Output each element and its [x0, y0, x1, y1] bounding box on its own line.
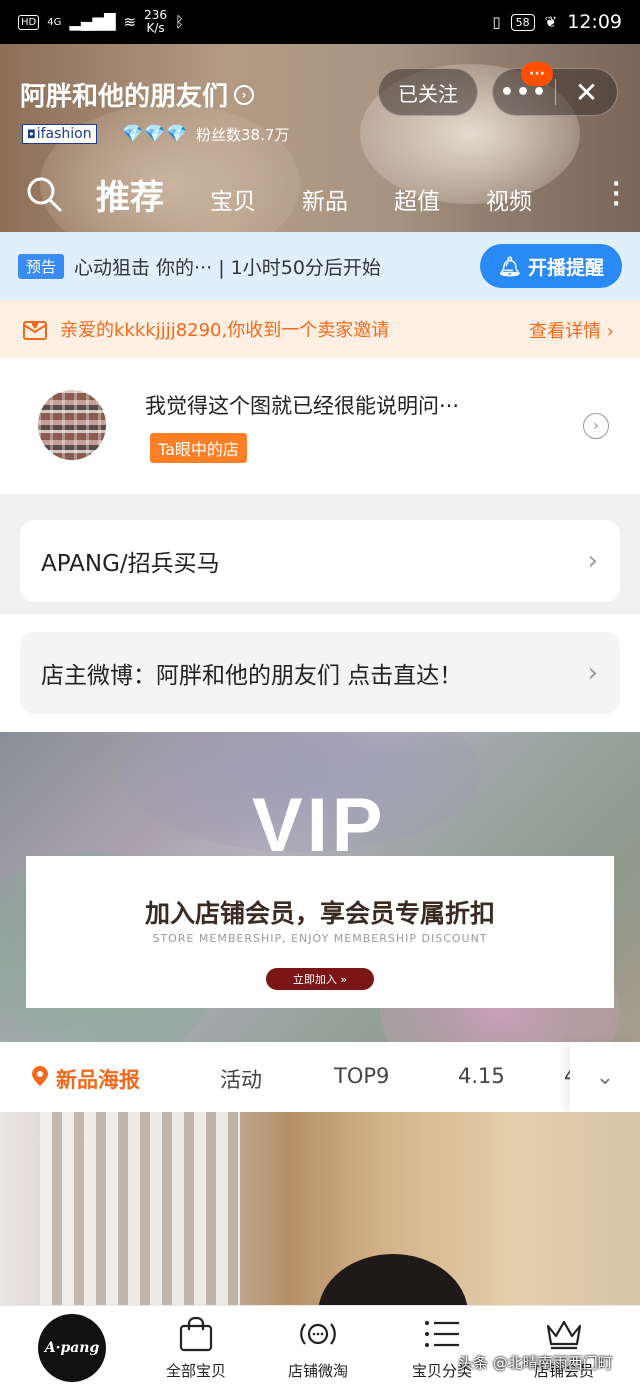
preview-text: 心动狙击 你的··· | 1小时50分后开始	[74, 256, 381, 279]
recommend-card[interactable]: 我觉得这个图就已经很能说明问··· Ta眼中的店 ›	[0, 358, 640, 494]
shop-logo[interactable]: A·pang	[38, 1314, 106, 1382]
live-preview-bar[interactable]: 预告 心动狙击 你的··· | 1小时50分后开始 🔔︎ 开播提醒	[0, 232, 640, 300]
battery-level: 58	[510, 13, 535, 31]
vip-panel: 加入店铺会员，享会员专属折扣 STORE MEMBERSHIP, ENJOY M…	[26, 856, 614, 1008]
vip-headline: 加入店铺会员，享会员专属折扣	[144, 899, 495, 928]
shop-header: 阿胖和他的朋友们 › 已关注 ••• ✕ ··· ◘ ifashion 💎💎💎 …	[0, 44, 640, 232]
shop-page: HD 4G ▂▄▆█ ≋ 236 K/s ᛒ ▯ 58 ❦ 12:09 阿胖和他的…	[0, 0, 640, 1387]
location-pin-icon	[32, 1066, 48, 1086]
live-remind-button[interactable]: 🔔︎ 开播提醒	[480, 244, 622, 288]
recruit-card[interactable]: APANG/招兵买马 ›	[20, 520, 620, 602]
category-tab-new-poster[interactable]: 新品海报	[56, 1064, 140, 1094]
shop-nav: 推荐 宝贝 新品 超值 视频	[96, 170, 578, 219]
wifi-icon: ≋	[123, 13, 137, 31]
message-badge: ···	[521, 62, 553, 86]
vip-banner[interactable]: VIP 加入店铺会员，享会员专属折扣 STORE MEMBERSHIP, ENJ…	[0, 732, 640, 1042]
category-tabs: 新品海报 活动 TOP9 4.15 4 ⌄	[0, 1042, 640, 1112]
hd-indicator: HD	[18, 14, 40, 30]
bottom-tab-bar: A·pang 全部宝贝 店铺微淘 宝贝分类 店铺会员	[0, 1305, 640, 1387]
clock: 12:09	[567, 11, 622, 33]
product-poster-image[interactable]	[0, 1112, 640, 1305]
fans-count: 粉丝数38.7万	[196, 126, 290, 144]
preview-tag: 预告	[18, 253, 65, 279]
category-tab-top9[interactable]: TOP9	[334, 1064, 389, 1088]
vibrate-icon: ▯	[492, 13, 501, 31]
category-tab-activity[interactable]: 活动	[220, 1064, 262, 1094]
nav-more-icon[interactable]: · · ·	[612, 174, 620, 216]
shop-name-link[interactable]: 阿胖和他的朋友们 ›	[20, 76, 255, 113]
capsule-menu: ••• ✕	[492, 68, 618, 116]
weibo-card[interactable]: 店主微博：阿胖和他的朋友们 点击直达！ ›	[20, 632, 620, 714]
shop-name: 阿胖和他的朋友们	[20, 82, 229, 112]
recommend-title: 我觉得这个图就已经很能说明问···	[145, 394, 460, 418]
tab-shop-feed[interactable]: 店铺微淘	[268, 1314, 368, 1381]
tab-items[interactable]: 宝贝	[210, 182, 256, 216]
category-tab-date[interactable]: 4.15	[458, 1064, 505, 1088]
vip-join-button[interactable]: 立即加入 »	[266, 968, 374, 990]
vip-subline: STORE MEMBERSHIP, ENJOY MEMBERSHIP DISCO…	[152, 932, 488, 945]
envelope-heart-icon	[23, 321, 47, 340]
chevron-right-icon: ›	[234, 84, 255, 105]
bluetooth-icon: ᛒ	[175, 13, 185, 31]
crown-icon	[546, 1320, 582, 1350]
invite-message: 亲爱的kkkkjjjj8290,你收到一个卖家邀请	[60, 320, 390, 341]
invite-detail-link[interactable]: 查看详情 ›	[529, 317, 614, 343]
search-icon[interactable]	[26, 176, 62, 212]
chevron-right-icon: ›	[587, 658, 598, 688]
tab-deals[interactable]: 超值	[394, 182, 440, 216]
seller-invite-bar[interactable]: 亲爱的kkkkjjjj8290,你收到一个卖家邀请 查看详情 ›	[0, 300, 640, 358]
tab-label: 店铺微淘	[287, 1362, 348, 1380]
weibo-card-label: 店主微博：阿胖和他的朋友们 点击直达！	[41, 663, 463, 689]
leaf-icon: ❦	[544, 13, 558, 31]
bell-icon: 🔔︎	[497, 255, 523, 278]
section-weibo: 店主微博：阿胖和他的朋友们 点击直达！ ›	[0, 614, 640, 732]
recruit-card-label: APANG/招兵买马	[41, 551, 220, 577]
follow-button[interactable]: 已关注	[378, 68, 478, 116]
broadcast-icon	[300, 1323, 336, 1345]
tab-recommend[interactable]: 推荐	[96, 170, 164, 219]
chevron-right-icon[interactable]: ›	[583, 413, 609, 439]
ifashion-icon: ◘	[27, 127, 36, 141]
ifashion-badge: ◘ ifashion	[22, 124, 97, 144]
status-bar: HD 4G ▂▄▆█ ≋ 236 K/s ᛒ ▯ 58 ❦ 12:09	[0, 0, 640, 44]
tab-all-items[interactable]: 全部宝贝	[146, 1314, 246, 1381]
network-speed: 236 K/s	[144, 8, 167, 35]
shopping-bag-icon	[179, 1316, 213, 1352]
signal-icon: ▂▄▆█	[69, 13, 116, 31]
tab-video[interactable]: 视频	[486, 182, 532, 216]
recommend-tag: Ta眼中的店	[150, 433, 247, 463]
tab-new[interactable]: 新品	[302, 182, 348, 216]
chevron-right-icon: ›	[587, 546, 598, 576]
recommend-thumbnail	[38, 390, 106, 460]
network-indicator: 4G	[47, 16, 62, 28]
tab-label: 全部宝贝	[165, 1362, 226, 1380]
close-button[interactable]: ✕	[556, 76, 617, 109]
list-icon	[425, 1321, 459, 1347]
section-recruit: APANG/招兵买马 ›	[0, 494, 640, 614]
chevron-down-icon[interactable]: ⌄	[570, 1042, 640, 1112]
diamond-level-icon: 💎💎💎	[122, 124, 189, 144]
source-watermark: 头条 @北晴南雨西门町	[458, 1354, 613, 1372]
